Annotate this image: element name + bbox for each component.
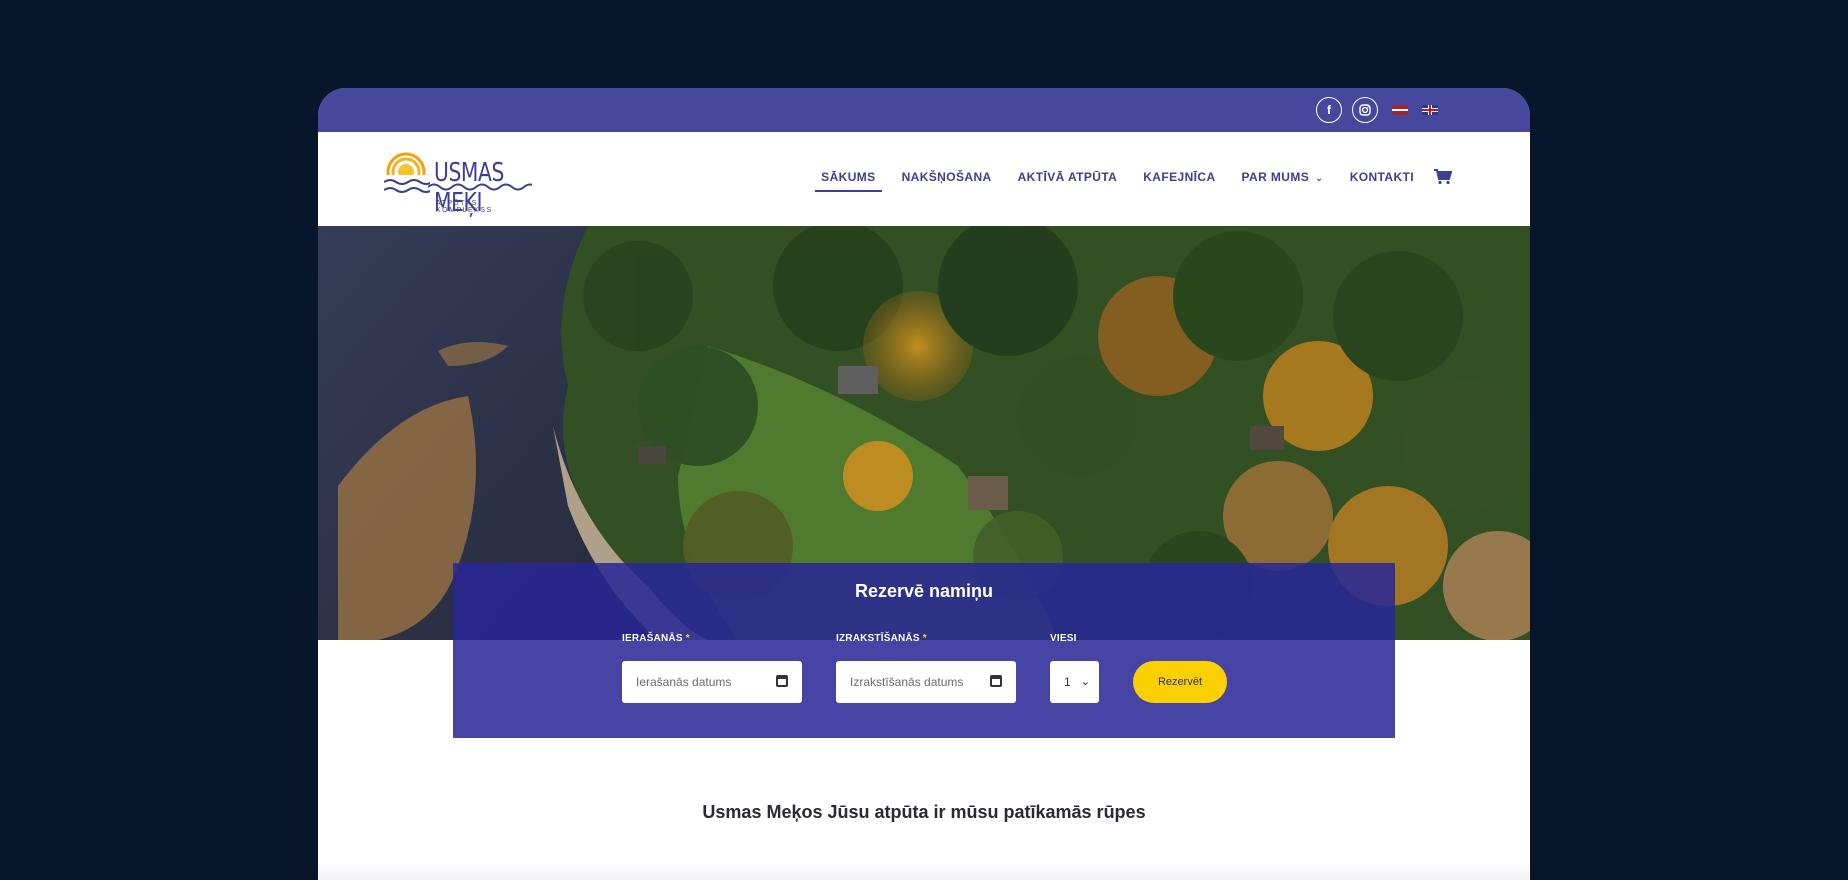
chevron-down-icon: ⌄ (1314, 173, 1324, 184)
checkin-placeholder: Ierašanās datums (636, 675, 732, 689)
checkin-label-text: IERAŠANĀS (622, 633, 683, 644)
website-frame: f USMAS MEĶI ATPŪTAS KOMPLEKSS SĀKUMS NA… (318, 88, 1530, 880)
checkin-label: IERAŠANĀS * (622, 633, 690, 644)
chevron-down-icon: ⌄ (1080, 676, 1090, 688)
logo-subtext: ATPŪTAS KOMPLEKSS (436, 200, 493, 214)
facebook-icon[interactable]: f (1316, 97, 1342, 123)
nav-item-par-mums[interactable]: PAR MUMS ⌄ (1236, 170, 1330, 192)
guests-value: 1 (1064, 675, 1071, 689)
instagram-icon[interactable] (1352, 97, 1378, 123)
booking-title: Rezervē namiņu (854, 581, 994, 601)
calendar-icon (776, 675, 788, 687)
site-header: USMAS MEĶI ATPŪTAS KOMPLEKSS SĀKUMS NAKŠ… (318, 132, 1530, 226)
checkout-placeholder: Izrakstīšanās datums (850, 675, 964, 689)
nav-item-kafejnica[interactable]: KAFEJNĪCA (1137, 170, 1221, 192)
sun-logo-icon (384, 152, 430, 200)
checkin-date-input[interactable]: Ierašanās datums (622, 661, 802, 703)
site-logo[interactable]: USMAS MEĶI ATPŪTAS KOMPLEKSS (384, 150, 534, 218)
main-nav: SĀKUMS NAKŠŅOŠANA AKTĪVĀ ATPŪTA KAFEJNĪC… (815, 169, 1452, 192)
cart-icon[interactable] (1434, 169, 1452, 185)
latvian-flag-icon[interactable] (1392, 105, 1408, 115)
nav-item-kontakti[interactable]: KONTAKTI (1344, 170, 1420, 192)
nav-item-sakums[interactable]: SĀKUMS (815, 170, 882, 192)
guests-select[interactable]: 1 ⌄ (1050, 661, 1099, 703)
nav-item-aktiva-atputa[interactable]: AKTĪVĀ ATPŪTA (1012, 170, 1124, 192)
guests-label: VIESI (1050, 633, 1077, 644)
booking-panel: Rezervē namiņu IERAŠANĀS * Ierašanās dat… (453, 563, 1395, 738)
checkout-label: IZRAKSTĪŠANĀS * (836, 633, 927, 644)
calendar-icon (990, 675, 1002, 687)
top-bar: f (318, 88, 1530, 132)
bottom-fade (318, 862, 1530, 880)
checkout-date-input[interactable]: Izrakstīšanās datums (836, 661, 1016, 703)
nav-item-par-mums-label: PAR MUMS (1241, 170, 1310, 184)
nav-item-naksnosana[interactable]: NAKŠŅOŠANA (896, 170, 998, 192)
reserve-button[interactable]: Rezervēt (1133, 661, 1227, 703)
required-marker: * (922, 633, 927, 644)
required-marker: * (685, 633, 690, 644)
page-tagline: Usmas Meķos Jūsu atpūta ir mūsu patīkamā… (702, 802, 1146, 822)
topbar-icons: f (1316, 97, 1438, 123)
uk-flag-icon[interactable] (1422, 105, 1438, 115)
checkout-label-text: IZRAKSTĪŠANĀS (836, 633, 920, 644)
